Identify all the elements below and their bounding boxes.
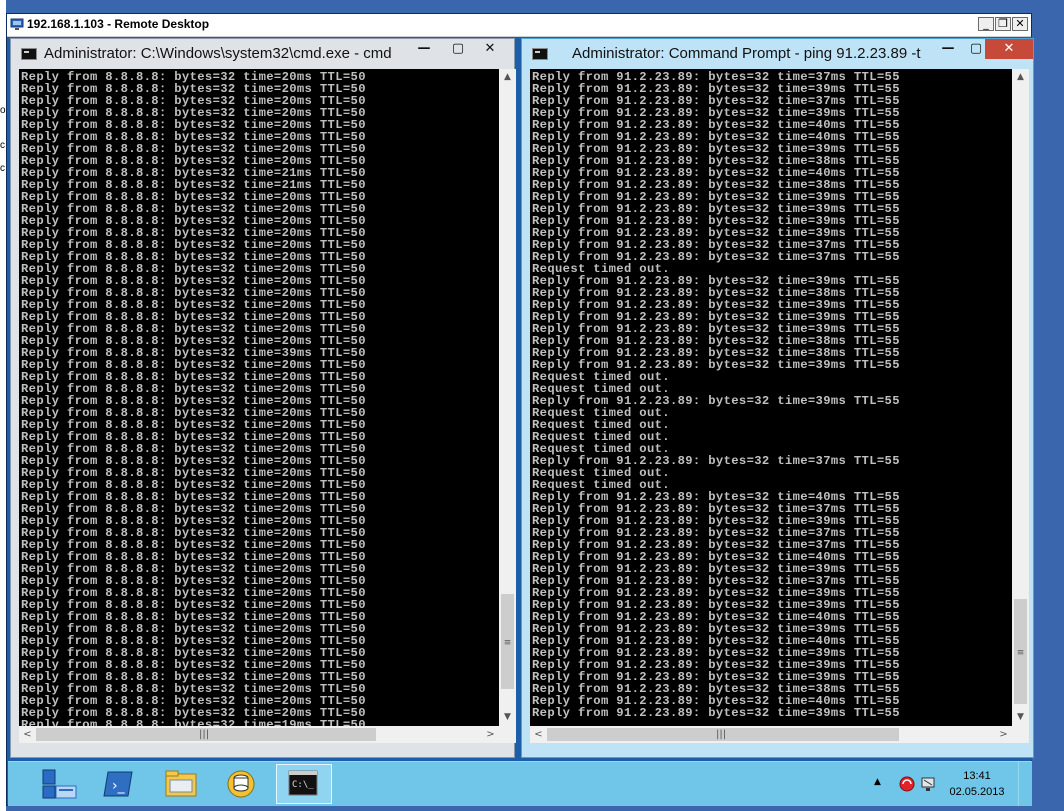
cmd-left-output-line: Reply from 8.8.8.8: bytes=32 time=19ms T…	[21, 718, 366, 726]
remote-desktop: Administrator: C:\Windows\system32\cmd.e…	[8, 37, 1034, 760]
tray-overflow-icon[interactable]: ▲	[874, 777, 881, 787]
scroll-left-arrow-icon[interactable]: <	[530, 726, 547, 743]
database-icon	[227, 770, 255, 798]
hgrip-icon: |||	[199, 729, 210, 740]
svg-text:›_: ›_	[112, 778, 126, 794]
cmd-left-title: Administrator: C:\Windows\system32\cmd.e…	[44, 45, 394, 62]
cmd-icon	[21, 48, 37, 60]
show-desktop-button[interactable]	[1018, 762, 1033, 806]
cmd-right-vertical-scrollbar[interactable]: ▲ ≡ ▼	[1012, 69, 1029, 726]
cmd-left-horizontal-scrollbar[interactable]: < ||| >	[19, 726, 499, 743]
rdp-close-button[interactable]: ✕	[1012, 17, 1028, 31]
cmd-left-console[interactable]: Reply from 8.8.8.8: bytes=32 time=20ms T…	[19, 69, 499, 726]
cmd-left-output: Reply from 8.8.8.8: bytes=32 time=20ms T…	[19, 69, 499, 726]
scroll-down-arrow-icon[interactable]: ▼	[1012, 709, 1029, 726]
cmd-right-titlebar[interactable]: Administrator: Command Prompt - ping 91.…	[522, 39, 1033, 69]
cmd-right-output: Reply from 91.2.23.89: bytes=32 time=37m…	[530, 69, 1012, 719]
scroll-left-arrow-icon[interactable]: <	[19, 726, 36, 743]
cmd-window-right: Administrator: Command Prompt - ping 91.…	[521, 38, 1034, 758]
grip-icon: ≡	[1016, 648, 1025, 658]
cmd-window-left: Administrator: C:\Windows\system32\cmd.e…	[10, 38, 516, 758]
taskbar-database[interactable]	[216, 764, 266, 804]
svg-text:C:\_: C:\_	[292, 780, 314, 790]
cmd-right-title: Administrator: Command Prompt - ping 91.…	[572, 45, 921, 62]
cmd-right-output-line: Reply from 91.2.23.89: bytes=32 time=39m…	[532, 706, 900, 720]
scroll-up-arrow-icon[interactable]: ▲	[1012, 69, 1029, 86]
scroll-down-arrow-icon[interactable]: ▼	[499, 709, 516, 726]
scroll-right-arrow-icon[interactable]: >	[482, 726, 499, 743]
remote-desktop-icon	[10, 18, 24, 30]
taskbar-cmd[interactable]: C:\_	[276, 764, 332, 804]
cmd-icon	[532, 48, 548, 60]
speaker-icon[interactable]	[920, 775, 938, 793]
system-clock[interactable]: 13:41 02.05.2013	[946, 768, 1008, 800]
cmd-left-close-button[interactable]: ✕	[466, 39, 514, 59]
scrollbar-corner	[499, 726, 516, 743]
grip-icon: ≡	[503, 638, 512, 648]
clock-time: 13:41	[963, 770, 991, 782]
host-desktop-top	[383, 0, 1064, 13]
cmd-left-titlebar[interactable]: Administrator: C:\Windows\system32\cmd.e…	[11, 39, 514, 69]
cmd-left-vertical-scrollbar[interactable]: ▲ ≡ ▼	[499, 69, 516, 726]
rdp-titlebar[interactable]: 192.168.1.103 - Remote Desktop _ ❐ ✕	[7, 14, 1031, 37]
rdp-restore-button[interactable]: ❐	[995, 17, 1011, 31]
taskbar: ›_ C:\_ ▲ 13:41 02.05.2013	[8, 761, 1032, 806]
server-manager-icon	[42, 769, 77, 799]
taskbar-file-explorer[interactable]	[156, 764, 206, 804]
scroll-up-arrow-icon[interactable]: ▲	[499, 69, 516, 86]
taskbar-powershell[interactable]: ›_	[94, 764, 144, 804]
rdp-title: 192.168.1.103 - Remote Desktop	[27, 17, 210, 31]
powershell-icon: ›_	[103, 771, 133, 797]
taskbar-server-manager[interactable]	[34, 764, 84, 804]
host-desktop-right	[1034, 0, 1064, 811]
scrollbar-corner	[1012, 726, 1029, 743]
cmd-right-console[interactable]: Reply from 91.2.23.89: bytes=32 time=37m…	[530, 69, 1012, 726]
hgrip-icon: |||	[716, 729, 727, 740]
cmd-right-close-button[interactable]: ✕	[985, 39, 1033, 59]
cmd-icon: C:\_	[288, 770, 318, 796]
file-explorer-icon	[165, 770, 197, 797]
rdp-minimize-button[interactable]: _	[978, 17, 994, 31]
cmd-right-horizontal-scrollbar[interactable]: < ||| >	[530, 726, 1012, 743]
clock-date: 02.05.2013	[949, 786, 1005, 798]
cmd-left-minimize-button[interactable]: —	[407, 39, 441, 59]
remote-desktop-window: 192.168.1.103 - Remote Desktop _ ❐ ✕ Adm…	[6, 13, 1034, 806]
network-icon[interactable]	[898, 775, 916, 793]
scroll-right-arrow-icon[interactable]: >	[995, 726, 1012, 743]
